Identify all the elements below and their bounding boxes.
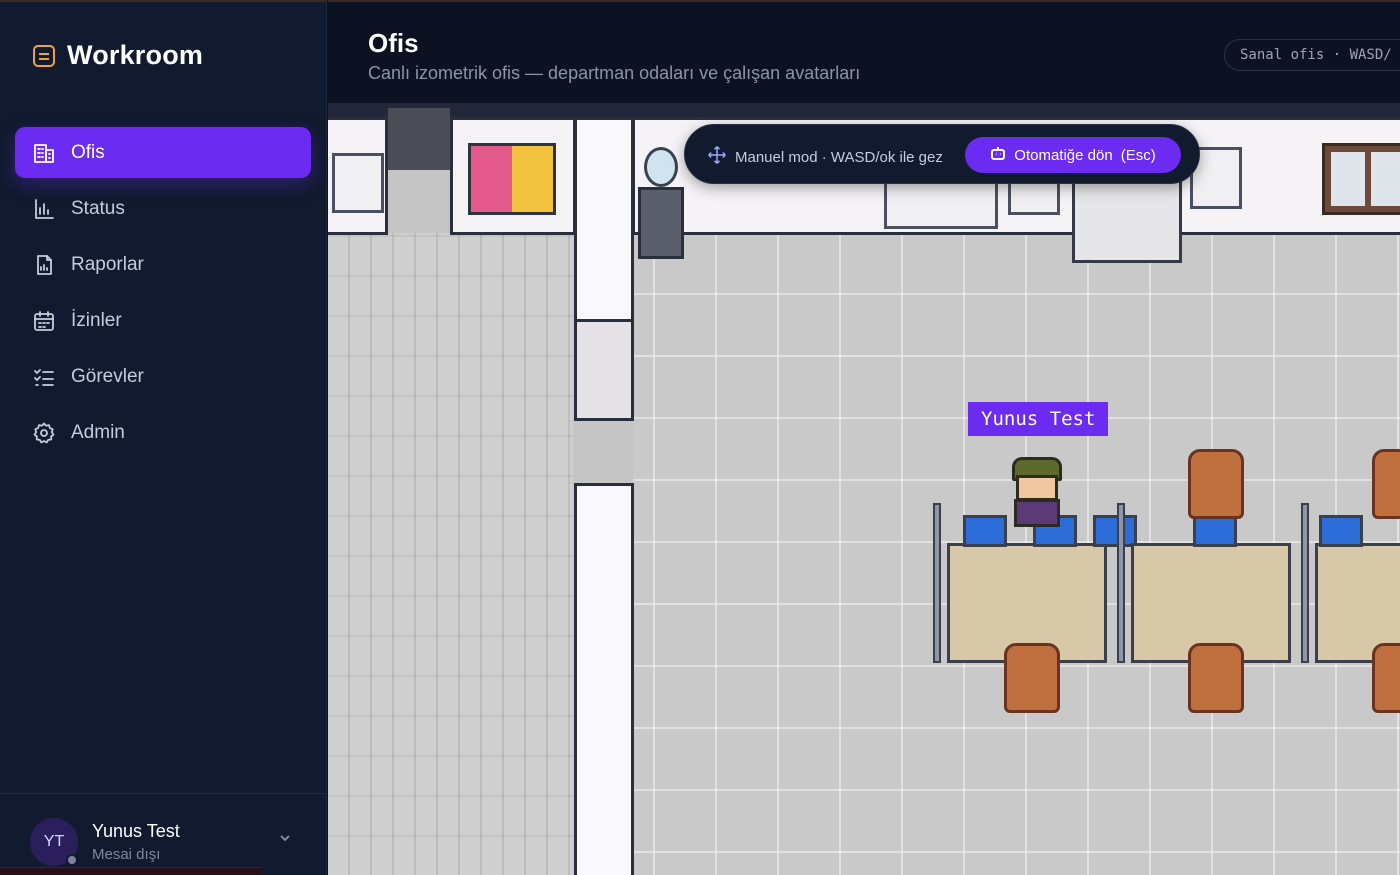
- office-chair: [1188, 449, 1244, 519]
- sidebar-item-label: Admin: [71, 421, 125, 443]
- report-icon: [32, 253, 56, 277]
- sidebar-item-admin[interactable]: Admin: [15, 407, 311, 458]
- avatar-body: [1014, 499, 1060, 527]
- robot-icon: [990, 145, 1006, 165]
- sidebar-item-ofis[interactable]: Ofis: [15, 127, 311, 178]
- app-root: Workroom Ofis Status Raporlar İzinler Gö…: [0, 0, 1400, 875]
- desk-partition: [1117, 503, 1125, 663]
- corridor-floor: [328, 233, 573, 875]
- user-status: Mesai dışı: [92, 846, 161, 863]
- monitor: [963, 515, 1007, 547]
- calendar-icon: [32, 309, 56, 333]
- desk-partition: [1301, 503, 1309, 663]
- sidebar-nav: Ofis Status Raporlar İzinler Görevler Ad…: [15, 127, 311, 463]
- return-to-auto-button[interactable]: Otomatiğe dön (Esc): [965, 137, 1181, 173]
- sidebar-item-gorevler[interactable]: Görevler: [15, 351, 311, 402]
- move-icon: [707, 145, 727, 169]
- page-title: Ofis: [368, 28, 419, 58]
- sidebar: Workroom Ofis Status Raporlar İzinler Gö…: [0, 0, 327, 875]
- pop-art-frame: [468, 143, 556, 215]
- page-subtitle: Canlı izometrik ofis — departman odaları…: [368, 63, 861, 83]
- window: [1322, 143, 1400, 215]
- corridor-door: [574, 319, 634, 421]
- brand[interactable]: Workroom: [33, 40, 203, 71]
- avatar-face: [1016, 475, 1058, 501]
- notebook-icon: [33, 44, 55, 67]
- wall-shadow: [388, 108, 450, 170]
- building-icon: [32, 141, 56, 165]
- office-chair: [1004, 643, 1060, 713]
- sidebar-item-label: Görevler: [71, 365, 144, 387]
- notice-board: [332, 153, 384, 213]
- corridor-wall-lower: [574, 483, 634, 875]
- task-list-icon: [32, 365, 56, 389]
- mode-label: Manuel mod · WASD/ok ile gez: [707, 145, 943, 169]
- app-name: Workroom: [67, 40, 204, 70]
- sidebar-item-label: Ofis: [71, 141, 105, 163]
- sidebar-item-label: İzinler: [71, 309, 122, 331]
- shortcut-label: (Esc): [1120, 146, 1156, 164]
- chevron-down-icon[interactable]: [277, 830, 293, 851]
- office-map[interactable]: Yunus Test: [328, 103, 1400, 875]
- manual-mode-bar: Manuel mod · WASD/ok ile gez Otomatiğe d…: [684, 124, 1200, 184]
- user-name: Yunus Test: [92, 821, 180, 841]
- desk-row: [933, 503, 1400, 663]
- mode-label-text: Manuel mod · WASD/ok ile gez: [735, 148, 943, 166]
- return-to-auto-label: Otomatiğe dön: [1014, 146, 1113, 164]
- presence-dot: [66, 854, 78, 866]
- tooltip-strip: [0, 867, 262, 875]
- water-cooler: [638, 143, 686, 259]
- bar-chart-icon: [32, 197, 56, 221]
- monitor: [1193, 515, 1237, 547]
- office-chair: [1188, 643, 1244, 713]
- office-chair: [1372, 449, 1400, 519]
- sidebar-item-status[interactable]: Status: [15, 183, 311, 234]
- sidebar-item-label: Status: [71, 197, 125, 219]
- wall-top: [328, 103, 1400, 117]
- mode-hint-chip: Sanal ofis · WASD/: [1224, 39, 1400, 71]
- desk-partition: [933, 503, 941, 663]
- cooler-cabinet: [638, 187, 684, 259]
- water-bottle: [644, 147, 678, 187]
- page-header: Ofis Canlı izometrik ofis — departman od…: [328, 0, 1400, 103]
- bookshelf: [1072, 179, 1182, 263]
- avatar-name-tag: Yunus Test: [968, 402, 1109, 436]
- sidebar-item-izinler[interactable]: İzinler: [15, 295, 311, 346]
- user-menu[interactable]: YT Yunus Test Mesai dışı: [0, 793, 327, 875]
- player-avatar[interactable]: [1006, 457, 1068, 529]
- sidebar-item-label: Raporlar: [71, 253, 144, 275]
- sidebar-item-raporlar[interactable]: Raporlar: [15, 239, 311, 290]
- office-chair: [1372, 643, 1400, 713]
- gear-icon: [32, 421, 56, 445]
- monitor: [1319, 515, 1363, 547]
